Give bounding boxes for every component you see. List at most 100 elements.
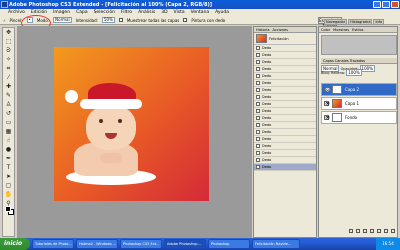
strength-input[interactable]: 50%: [101, 17, 115, 23]
fill-input[interactable]: 100%: [346, 69, 362, 76]
eyedropper-icon[interactable]: ⁄: [3, 73, 14, 82]
menu-archivo[interactable]: Archivo: [8, 10, 25, 15]
taskbar-item[interactable]: Felicitación Navide...: [252, 239, 300, 249]
history-item[interactable]: Dedo: [254, 87, 316, 94]
brush-tool-icon[interactable]: ✎: [3, 91, 14, 100]
new-group-icon[interactable]: [377, 229, 381, 233]
history-snapshot[interactable]: Felicitación: [254, 33, 316, 45]
trash-icon[interactable]: [391, 229, 395, 233]
history-item[interactable]: Dedo: [254, 122, 316, 129]
tab-navigator[interactable]: Navegador: [324, 19, 348, 25]
tab-swatches[interactable]: Muestras: [333, 27, 349, 32]
healing-brush-icon[interactable]: ✚: [3, 82, 14, 91]
history-item[interactable]: Dedo: [254, 157, 316, 164]
menu-edicion[interactable]: Edición: [31, 10, 47, 15]
smudge-icon[interactable]: ☝: [3, 136, 14, 145]
magic-wand-icon[interactable]: ✧: [3, 55, 14, 64]
tab-paths[interactable]: Trazados: [350, 58, 365, 63]
history-item[interactable]: Dedo: [254, 143, 316, 150]
history-item[interactable]: Dedo: [254, 80, 316, 87]
opacity-input[interactable]: 100%: [359, 65, 375, 72]
minimize-button[interactable]: [373, 1, 381, 8]
tab-info[interactable]: Info: [373, 19, 385, 25]
taskbar-item[interactable]: Tutoriales de Photo...: [32, 239, 74, 249]
history-item[interactable]: Dedo: [254, 164, 316, 171]
maximize-button[interactable]: [382, 1, 390, 8]
history-item[interactable]: Dedo: [254, 136, 316, 143]
eye-icon[interactable]: 👁: [324, 115, 330, 120]
pen-tool-icon[interactable]: ✒: [3, 154, 14, 163]
menu-3d[interactable]: 3D: [161, 10, 167, 15]
history-item[interactable]: Dedo: [254, 115, 316, 122]
history-item[interactable]: Dedo: [254, 59, 316, 66]
crop-tool-icon[interactable]: ⌗: [3, 64, 14, 73]
history-item[interactable]: Dedo: [254, 150, 316, 157]
taskbar-item[interactable]: Photoshop CS3 Ext...: [120, 239, 162, 249]
tab-histogram[interactable]: Histograma: [348, 19, 373, 25]
mode-select[interactable]: Normal: [53, 17, 72, 23]
history-item[interactable]: Dedo: [254, 101, 316, 108]
brush-picker[interactable]: •: [26, 17, 33, 23]
history-item-label: Dedo: [262, 116, 272, 120]
tab-channels[interactable]: Canales: [335, 58, 349, 63]
foreground-color-swatch[interactable]: [5, 206, 11, 212]
history-item[interactable]: Dedo: [254, 108, 316, 115]
dodge-tool-icon[interactable]: ●: [3, 145, 14, 154]
history-item-label: Dedo: [262, 95, 272, 99]
history-item[interactable]: Dedo: [254, 45, 316, 52]
shape-tool-icon[interactable]: ▢: [3, 181, 14, 190]
clone-stamp-icon[interactable]: ♙: [3, 100, 14, 109]
mask-icon[interactable]: [363, 229, 367, 233]
layer-row-capa2[interactable]: 👁 Capa 2: [321, 83, 397, 96]
gradient-tool-icon[interactable]: ▦: [3, 127, 14, 136]
start-button[interactable]: inicio: [0, 238, 30, 250]
menu-ayuda[interactable]: Ayuda: [215, 10, 229, 15]
menu-ventana[interactable]: Ventana: [191, 10, 209, 15]
eraser-icon[interactable]: ▭: [3, 118, 14, 127]
tab-history[interactable]: Historia: [256, 27, 270, 32]
path-select-icon[interactable]: ➤: [3, 172, 14, 181]
eye-icon[interactable]: 👁: [324, 101, 330, 106]
marquee-tool-icon[interactable]: ⬚: [3, 37, 14, 46]
smudge-step-icon: [256, 46, 260, 50]
title-bar[interactable]: Adobe Photoshop CS3 Extended - [Felicita…: [0, 0, 400, 9]
sample-all-checkbox[interactable]: [118, 18, 123, 22]
history-item[interactable]: Dedo: [254, 129, 316, 136]
menu-seleccion[interactable]: Selección: [94, 10, 115, 15]
menu-analisis[interactable]: Análisis: [138, 10, 155, 15]
history-item[interactable]: Dedo: [254, 66, 316, 73]
menu-imagen[interactable]: Imagen: [53, 10, 70, 15]
new-layer-icon[interactable]: [384, 229, 388, 233]
canvas-area[interactable]: [17, 26, 252, 238]
history-brush-icon[interactable]: ↺: [3, 109, 14, 118]
hand-tool-icon[interactable]: ✋: [3, 190, 14, 199]
adjustment-layer-icon[interactable]: [370, 229, 374, 233]
tab-styles[interactable]: Estilos: [352, 27, 363, 32]
move-tool-icon[interactable]: ✥: [3, 28, 14, 37]
history-item-label: Dedo: [262, 102, 272, 106]
link-layers-icon[interactable]: [349, 229, 353, 233]
lasso-tool-icon[interactable]: ᘐ: [3, 46, 14, 55]
layer-style-icon[interactable]: [356, 229, 360, 233]
history-item[interactable]: Dedo: [254, 94, 316, 101]
history-item[interactable]: Dedo: [254, 52, 316, 59]
layer-row-fondo[interactable]: 👁 Fondo: [321, 111, 397, 124]
history-item[interactable]: Dedo: [254, 73, 316, 80]
close-button[interactable]: [391, 1, 399, 8]
smudge-tool-icon[interactable]: ☝: [3, 18, 5, 23]
taskbar-item[interactable]: Adobe Photoshop...: [164, 239, 206, 249]
type-tool-icon[interactable]: T: [3, 163, 14, 172]
menu-filtro[interactable]: Filtro: [121, 10, 132, 15]
eye-icon[interactable]: 👁: [324, 87, 330, 92]
taskbar-item[interactable]: Hotmail - Windows ...: [76, 239, 118, 249]
menu-capa[interactable]: Capa: [76, 10, 88, 15]
document-canvas[interactable]: [54, 47, 209, 201]
tab-actions[interactable]: Acciones: [273, 27, 289, 32]
tab-layers[interactable]: Capas: [323, 58, 334, 63]
layer-row-capa1[interactable]: 👁 Capa 1: [321, 97, 397, 110]
menu-vista[interactable]: Vista: [174, 10, 185, 15]
finger-painting-checkbox[interactable]: [183, 18, 188, 22]
taskbar-item[interactable]: Photoshop: [208, 239, 250, 249]
color-panel-content[interactable]: [321, 35, 397, 55]
tab-color[interactable]: Color: [321, 27, 330, 32]
